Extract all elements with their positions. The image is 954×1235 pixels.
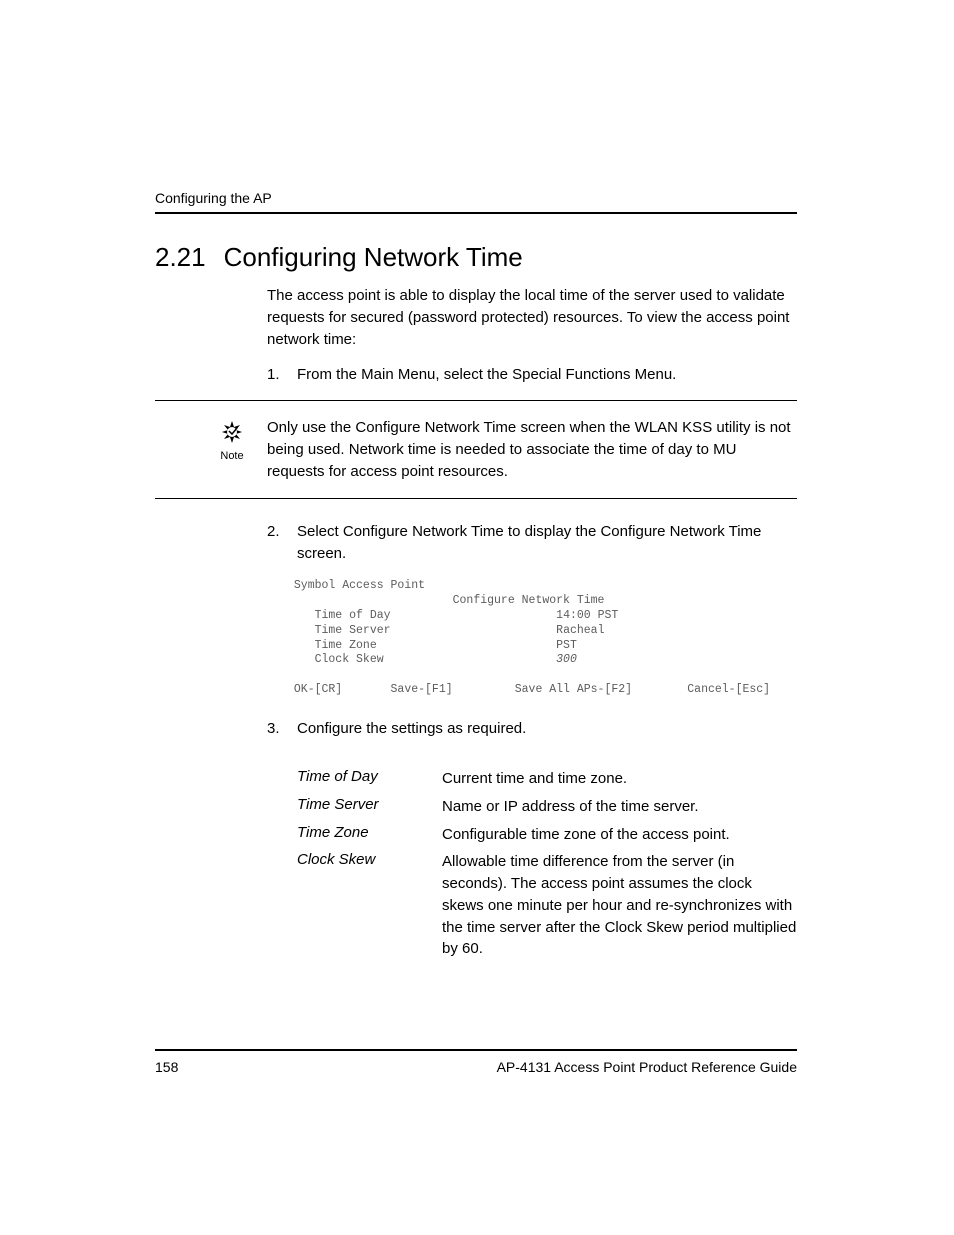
step-2: 2. Select Configure Network Time to disp… [267, 521, 797, 565]
settings-label: Time Server [297, 796, 442, 818]
section-title: 2.21 Configuring Network Time [155, 242, 797, 273]
settings-label: Time of Day [297, 768, 442, 790]
running-head: Configuring the AP [155, 190, 797, 206]
separator-rule [155, 498, 797, 499]
header-rule [155, 212, 797, 214]
step-text: From the Main Menu, select the Special F… [297, 364, 676, 386]
settings-desc: Name or IP address of the time server. [442, 796, 797, 818]
separator-rule [155, 400, 797, 401]
page: Configuring the AP 2.21 Configuring Netw… [0, 0, 954, 1235]
settings-desc: Allowable time difference from the serve… [442, 851, 797, 960]
step-marker: 1. [267, 364, 297, 386]
note-block: Note Only use the Configure Network Time… [155, 417, 797, 482]
note-icon [215, 418, 249, 448]
step-text: Select Configure Network Time to display… [297, 521, 797, 565]
intro-paragraph: The access point is able to display the … [267, 285, 797, 350]
step-text: Configure the settings as required. [297, 718, 526, 740]
step-marker: 2. [267, 521, 297, 565]
settings-row-time-zone: Time Zone Configurable time zone of the … [297, 824, 797, 846]
step-3: 3. Configure the settings as required. [267, 718, 797, 740]
settings-desc: Current time and time zone. [442, 768, 797, 790]
note-text: Only use the Configure Network Time scre… [267, 417, 797, 482]
page-footer: 158 AP-4131 Access Point Product Referen… [155, 1049, 797, 1075]
note-label: Note [220, 450, 243, 462]
settings-row-clock-skew: Clock Skew Allowable time difference fro… [297, 851, 797, 960]
settings-row-time-of-day: Time of Day Current time and time zone. [297, 768, 797, 790]
settings-label: Clock Skew [297, 851, 442, 960]
settings-table: Time of Day Current time and time zone. … [297, 768, 797, 960]
settings-label: Time Zone [297, 824, 442, 846]
doc-title: AP-4131 Access Point Product Reference G… [497, 1059, 797, 1075]
terminal-screen: Symbol Access Point Configure Network Ti… [287, 579, 797, 699]
step-1: 1. From the Main Menu, select the Specia… [267, 364, 797, 386]
step-marker: 3. [267, 718, 297, 740]
settings-desc: Configurable time zone of the access poi… [442, 824, 797, 846]
page-number: 158 [155, 1059, 178, 1075]
section-number: 2.21 [155, 242, 206, 273]
settings-row-time-server: Time Server Name or IP address of the ti… [297, 796, 797, 818]
footer-rule [155, 1049, 797, 1051]
section-title-text: Configuring Network Time [224, 242, 523, 273]
